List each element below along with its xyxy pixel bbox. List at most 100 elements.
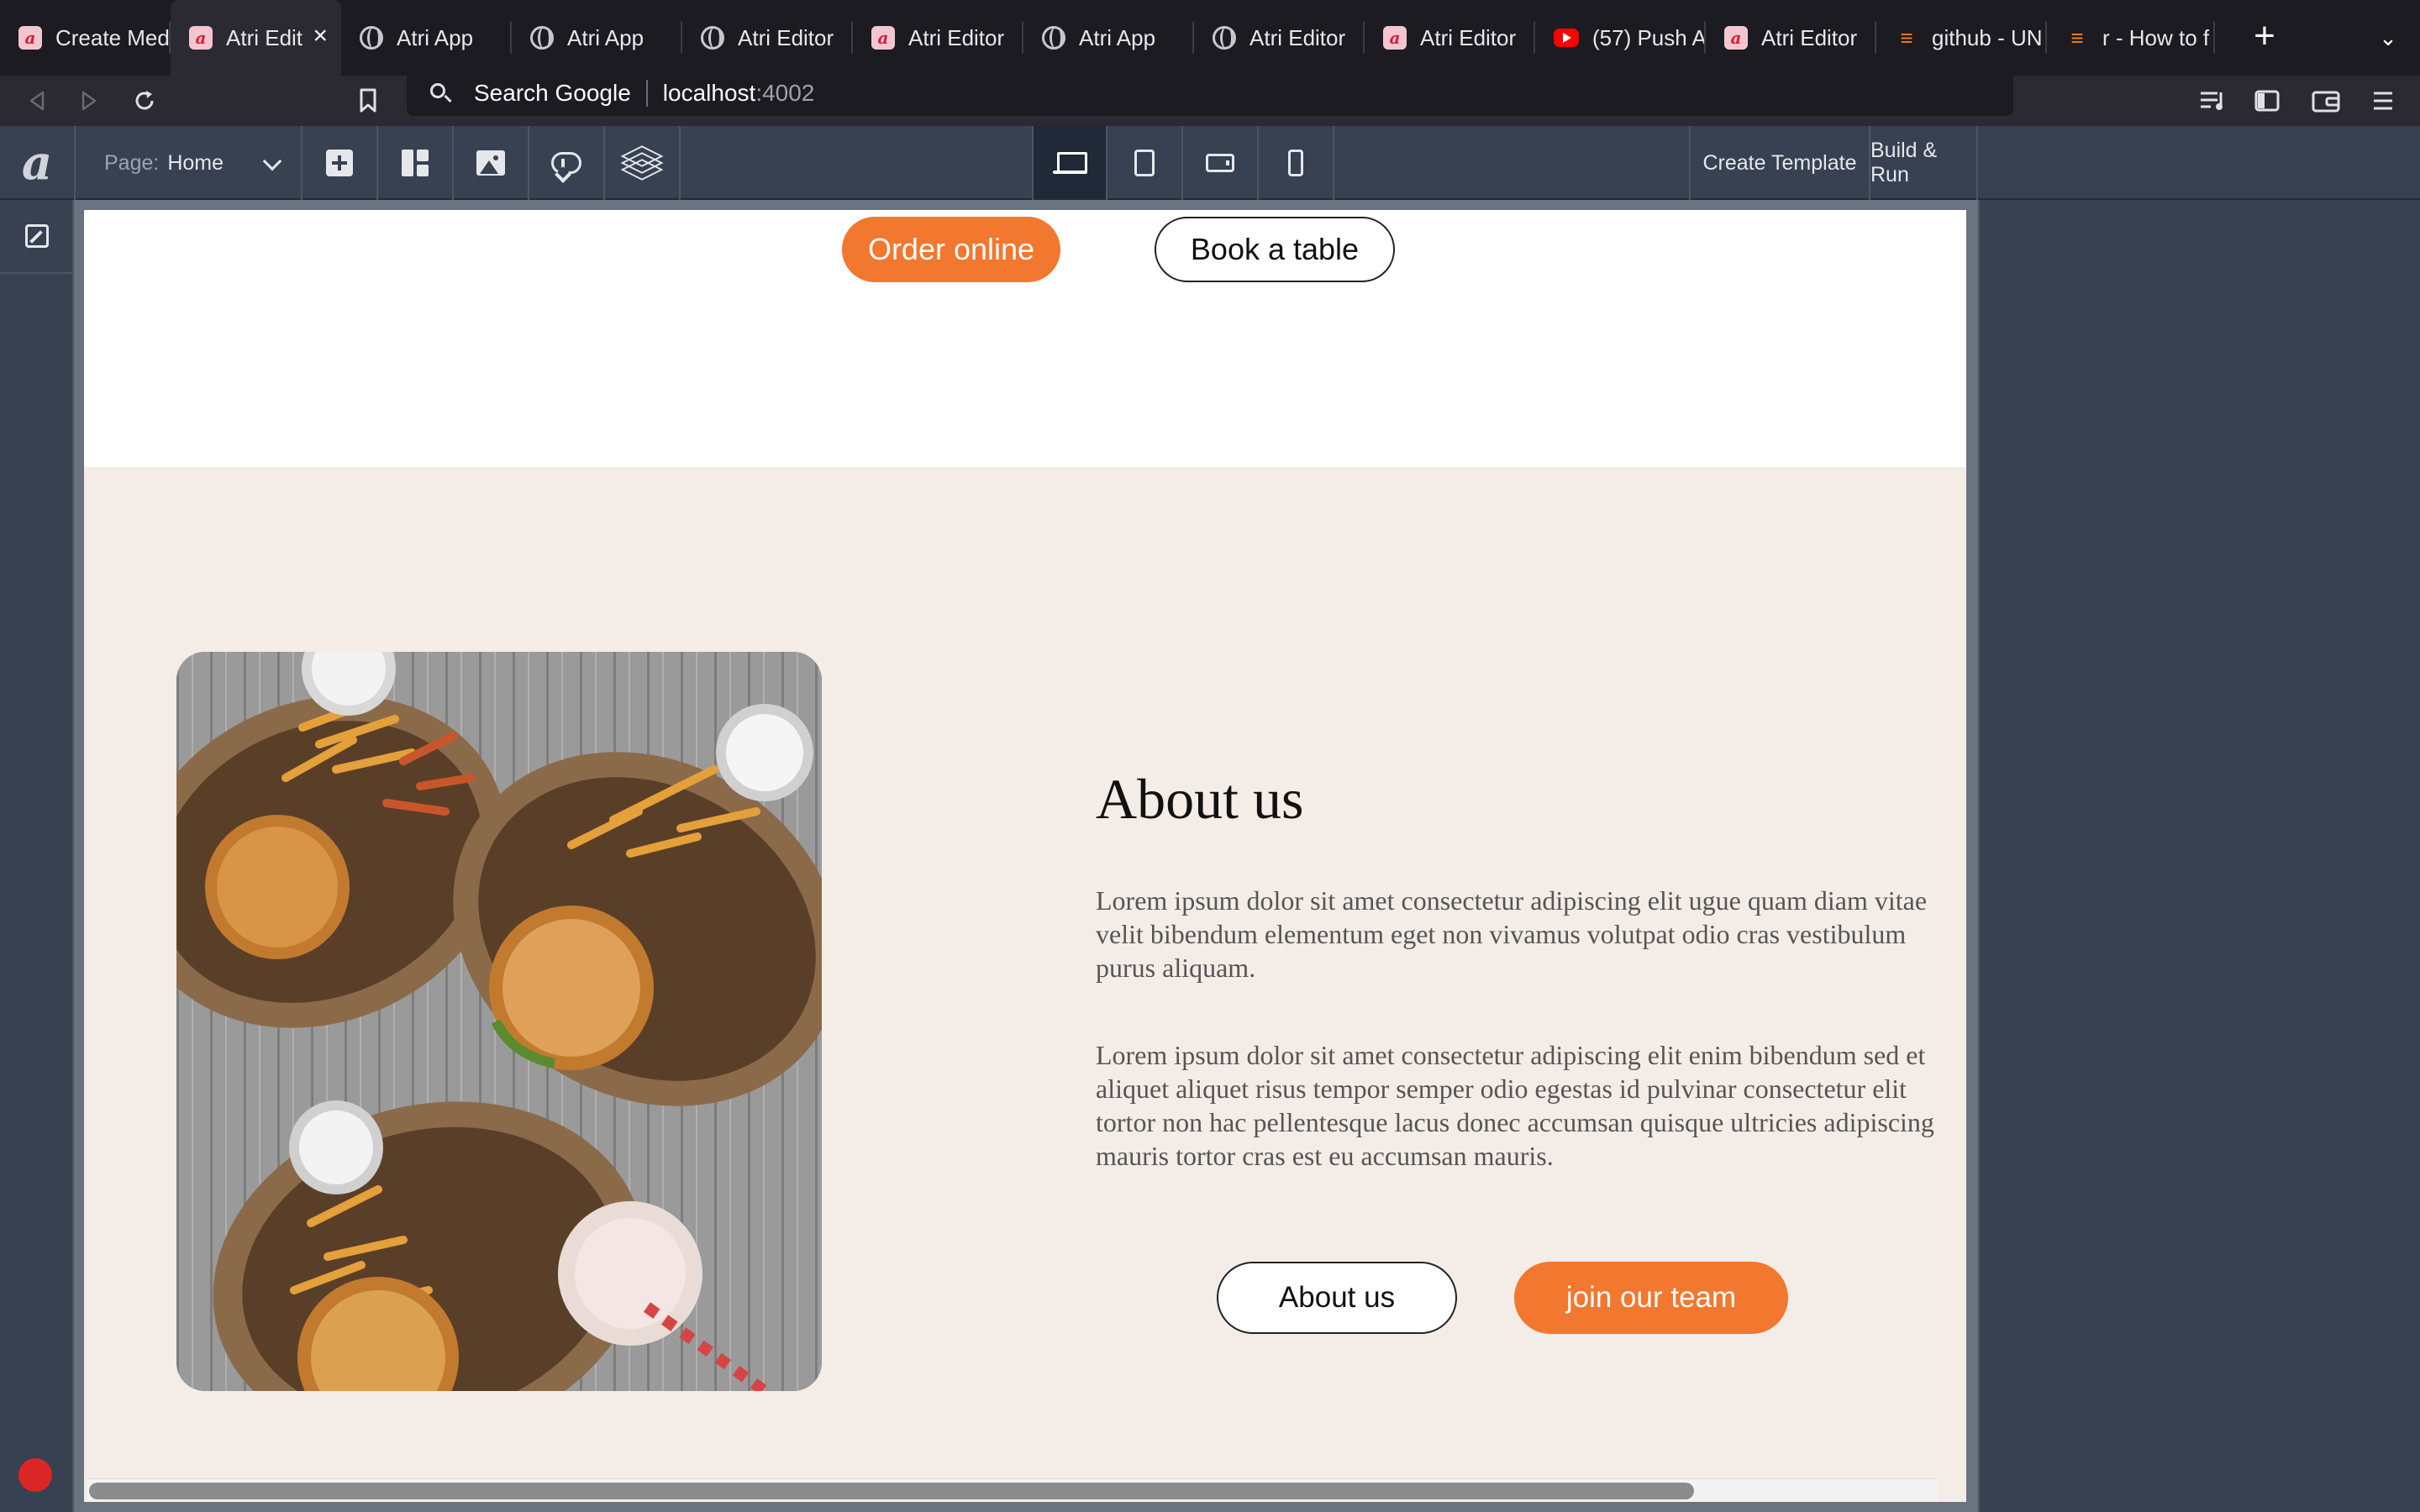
- tab-title: Atri App: [397, 24, 474, 50]
- browser-tab[interactable]: Atri App: [1023, 0, 1194, 76]
- device-phone-button[interactable]: [1259, 126, 1334, 200]
- tab-title: Atri Editor: [1249, 24, 1346, 50]
- browser-tab[interactable]: a Atri Editor: [1365, 0, 1535, 76]
- scrollbar-thumb[interactable]: [89, 1483, 1694, 1499]
- browser-tab[interactable]: Atri App: [341, 0, 512, 76]
- about-paragraph: Lorem ipsum dolor sit amet consectetur a…: [1096, 885, 1928, 983]
- about-section: About us Lorem ipsum dolor sit amet cons…: [84, 467, 1966, 1502]
- url-bar[interactable]: Search Google localhost :4002: [407, 71, 2013, 116]
- page-selector[interactable]: Page: Home: [74, 126, 302, 200]
- join-team-button[interactable]: join our team: [1514, 1262, 1788, 1334]
- search-engine-label: Search Google: [474, 80, 631, 106]
- url-host: localhost: [662, 80, 756, 106]
- close-tab-icon[interactable]: ×: [313, 22, 328, 50]
- globe-icon: [1213, 26, 1236, 50]
- atri-favicon-icon: a: [871, 26, 895, 50]
- reload-icon: [135, 91, 154, 110]
- page-selector-label: Page:: [104, 150, 160, 175]
- stackoverflow-icon: ≡: [2070, 24, 2084, 50]
- burger-fries-image: [176, 652, 822, 1391]
- browser-tab[interactable]: (57) Push A: [1535, 0, 1706, 76]
- add-component-button[interactable]: [302, 126, 378, 200]
- globe-icon: [360, 26, 383, 50]
- back-arrow-icon: [29, 91, 45, 111]
- about-us-button[interactable]: About us: [1217, 1262, 1457, 1334]
- about-paragraph: Lorem ipsum dolor sit amet consectetur a…: [1096, 1040, 1934, 1171]
- device-tablet-button[interactable]: [1107, 126, 1183, 200]
- bookmark-icon: [360, 88, 376, 113]
- tab-title: Create Med: [55, 24, 170, 50]
- layout-icon: [402, 150, 429, 176]
- playlist-icon: [2201, 92, 2223, 110]
- search-icon: [425, 78, 455, 108]
- import-button[interactable]: [529, 126, 605, 200]
- browser-tab-strip: a Create Med a Atri Edit × Atri App Atri…: [0, 0, 2420, 76]
- new-tab-button[interactable]: +: [2244, 17, 2286, 59]
- device-tablet-landscape-button[interactable]: [1183, 126, 1259, 200]
- laptop-icon: [1053, 150, 1087, 176]
- sidebar-toggle-button[interactable]: [2245, 79, 2289, 123]
- image-assets-icon: [476, 150, 505, 176]
- atri-logo: a: [21, 135, 53, 191]
- page-selector-value: Home: [167, 150, 224, 175]
- edit-mode-button[interactable]: [0, 200, 74, 274]
- tablet-landscape-icon: [1206, 154, 1234, 172]
- add-component-icon: [326, 150, 353, 176]
- browser-tab[interactable]: a Atri Editor: [853, 0, 1023, 76]
- assets-button[interactable]: [454, 126, 529, 200]
- edit-icon: [25, 224, 49, 248]
- tab-title: Atri Editor: [738, 24, 834, 50]
- wallet-button[interactable]: [2304, 79, 2348, 123]
- tab-title: Atri Editor: [1761, 24, 1858, 50]
- reload-button[interactable]: [123, 79, 166, 123]
- browser-tab[interactable]: Atri Editor: [682, 0, 853, 76]
- recording-indicator[interactable]: [18, 1458, 52, 1492]
- bookmark-button[interactable]: [346, 79, 390, 123]
- chevron-down-icon: [262, 151, 282, 171]
- tab-title: github - UN: [1932, 24, 2043, 50]
- media-control-button[interactable]: [2191, 79, 2235, 123]
- youtube-icon: [1554, 29, 1579, 47]
- phone-icon: [1288, 150, 1303, 176]
- browser-tab[interactable]: a Create Med: [0, 0, 171, 76]
- globe-icon: [530, 26, 554, 50]
- create-template-button[interactable]: Create Template: [1689, 126, 1869, 200]
- forward-button[interactable]: [67, 79, 111, 123]
- page-preview-frame: Order online Book a table About us Lorem…: [84, 210, 1966, 1502]
- wallet-icon: [2312, 91, 2340, 113]
- order-online-button[interactable]: Order online: [842, 217, 1060, 282]
- device-laptop-button[interactable]: [1032, 126, 1107, 200]
- hamburger-menu-icon: [2374, 92, 2392, 110]
- atri-favicon-icon: a: [1724, 26, 1748, 50]
- browser-tab[interactable]: ≡ github - UN: [1876, 0, 2047, 76]
- browser-tab[interactable]: ≡ r - How to f: [2047, 0, 2215, 76]
- atri-favicon-icon: a: [18, 26, 42, 50]
- browser-tab-active[interactable]: a Atri Edit ×: [171, 0, 341, 76]
- globe-icon: [701, 26, 724, 50]
- tab-title: Atri App: [1079, 24, 1156, 50]
- tablet-icon: [1134, 150, 1155, 176]
- forward-arrow-icon: [82, 91, 97, 111]
- globe-icon: [1042, 26, 1065, 50]
- app-menu-button[interactable]: [2361, 79, 2405, 123]
- cloud-download-icon: [550, 149, 583, 183]
- browser-tab[interactable]: Atri Editor: [1194, 0, 1365, 76]
- horizontal-scrollbar[interactable]: [87, 1478, 1938, 1502]
- tab-title: Atri App: [567, 24, 644, 50]
- back-button[interactable]: [15, 79, 59, 123]
- layers-button[interactable]: [605, 126, 681, 200]
- layers-icon: [620, 143, 664, 183]
- browser-tab[interactable]: Atri App: [512, 0, 682, 76]
- right-panel: [1978, 200, 2420, 1512]
- book-table-button[interactable]: Book a table: [1155, 217, 1395, 282]
- sidebar-icon: [2254, 90, 2280, 112]
- layout-button[interactable]: [378, 126, 454, 200]
- about-title: About us: [1096, 767, 1304, 831]
- browser-tab[interactable]: a Atri Editor: [1706, 0, 1876, 76]
- tab-title: Atri Edit: [226, 24, 303, 50]
- tab-list-button[interactable]: ⌄: [2371, 18, 2405, 57]
- tab-title: (57) Push A: [1592, 24, 1706, 50]
- build-run-button[interactable]: Build & Run: [1869, 126, 1978, 200]
- url-divider: [645, 80, 648, 107]
- left-rail: [0, 200, 74, 1512]
